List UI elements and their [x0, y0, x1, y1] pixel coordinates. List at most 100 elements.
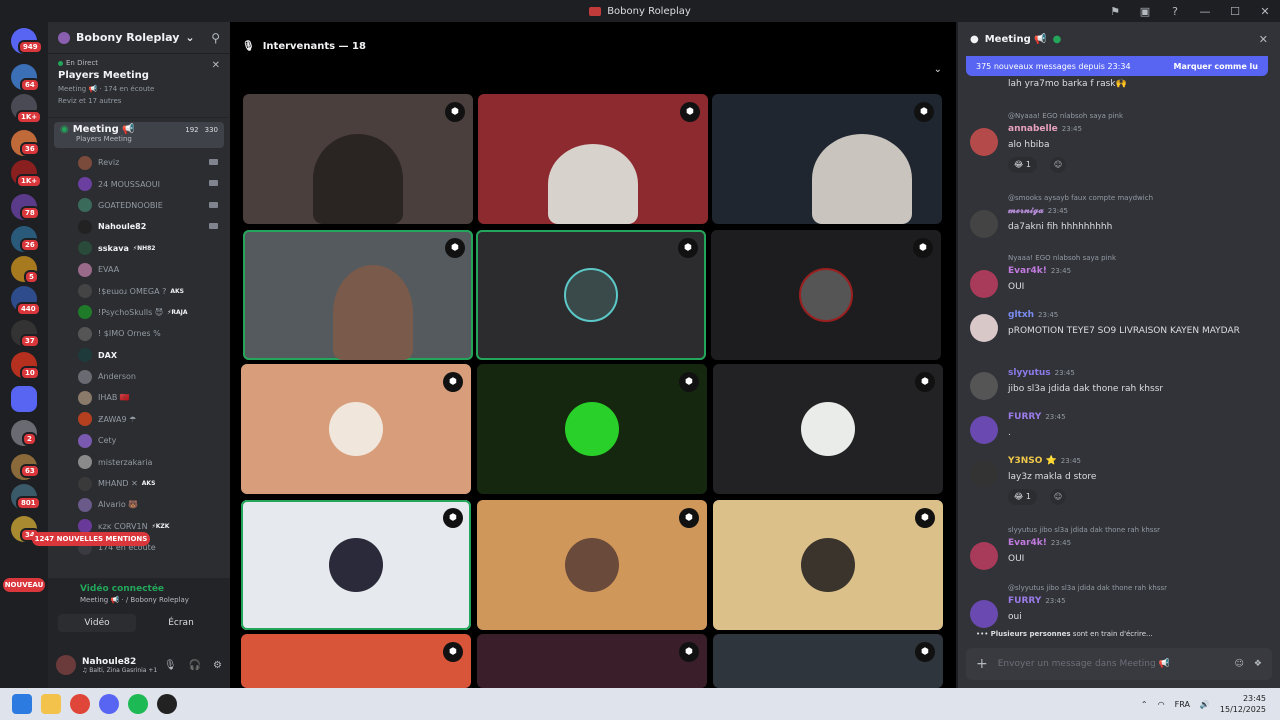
- folder-icon[interactable]: [11, 386, 37, 412]
- message-author[interactable]: slyyutus 23:45: [1008, 368, 1075, 378]
- message-author[interactable]: 𝓶𝓮𝓻𝓷𝓲𝓰𝓪 23:45: [1008, 206, 1068, 216]
- video-button[interactable]: Vidéo: [58, 614, 136, 632]
- pin-icon[interactable]: ⬢: [679, 372, 699, 392]
- voice-member[interactable]: EVAA: [48, 259, 230, 280]
- avatar[interactable]: [970, 270, 998, 298]
- message-author[interactable]: gltxh 23:45: [1008, 310, 1058, 320]
- reply-preview[interactable]: @smooks aysayb faux compte maydwich: [1008, 194, 1153, 202]
- video-tile[interactable]: ⬢: [241, 634, 471, 688]
- voice-member[interactable]: !$ɐɯoɹ OMEGA ? AKS: [48, 280, 230, 301]
- voice-member[interactable]: misterzakaria: [48, 451, 230, 472]
- pin-icon[interactable]: ⬢: [443, 642, 463, 662]
- video-tile[interactable]: ⬢: [478, 94, 708, 224]
- avatar[interactable]: [970, 372, 998, 400]
- spotify-icon[interactable]: [128, 694, 148, 714]
- close-icon[interactable]: ✕: [212, 60, 220, 71]
- guild-header[interactable]: Bobony Roleplay ⌄ ⚲: [48, 22, 230, 54]
- voice-member[interactable]: DAX: [48, 345, 230, 366]
- message-author[interactable]: Evar4k! 23:45: [1008, 266, 1071, 276]
- voice-member[interactable]: Nahoule82: [48, 216, 230, 237]
- avatar[interactable]: [970, 314, 998, 342]
- voice-member[interactable]: Anderson: [48, 366, 230, 387]
- video-tile[interactable]: ⬢: [713, 634, 943, 688]
- avatar[interactable]: [970, 460, 998, 488]
- pin-icon[interactable]: ⬢: [915, 372, 935, 392]
- apps-icon[interactable]: ❖: [1254, 659, 1262, 669]
- inbox-icon[interactable]: ⚑: [1100, 5, 1130, 18]
- voice-member[interactable]: MHAND ✕ AKS: [48, 473, 230, 494]
- reply-preview[interactable]: @Nyaaa! EGO nlabsoh saya pink: [1008, 112, 1123, 120]
- pin-icon[interactable]: ⬢: [679, 508, 699, 528]
- pin-icon[interactable]: ⬢: [913, 238, 933, 258]
- pin-icon[interactable]: ⬢: [680, 102, 700, 122]
- video-tile[interactable]: ⬢: [243, 94, 473, 224]
- message-author[interactable]: FURRY 23:45: [1008, 596, 1066, 606]
- voice-member[interactable]: ƵAWA9 ☂: [48, 409, 230, 430]
- headphones-icon[interactable]: 🎧: [189, 660, 201, 671]
- live-event-card[interactable]: En Direct Players Meeting Meeting 📢 · 17…: [48, 54, 230, 118]
- chrome-icon[interactable]: [70, 694, 90, 714]
- pin-icon[interactable]: ⬢: [915, 642, 935, 662]
- voice-member[interactable]: Cety: [48, 430, 230, 451]
- add-reaction-icon[interactable]: ☺: [1050, 157, 1066, 173]
- screen-share-icon[interactable]: ▣: [1130, 5, 1160, 18]
- pin-icon[interactable]: ⬢: [914, 102, 934, 122]
- chevron-down-icon[interactable]: ⌄: [934, 64, 942, 75]
- pin-icon[interactable]: ⬢: [445, 238, 465, 258]
- add-attachment-icon[interactable]: +: [976, 656, 988, 672]
- avatar[interactable]: [970, 128, 998, 156]
- voice-location[interactable]: Meeting 📢 · / Bobony Roleplay: [80, 596, 220, 604]
- voice-member[interactable]: Reviz: [48, 152, 230, 173]
- help-icon[interactable]: ?: [1160, 5, 1190, 18]
- new-messages-bar[interactable]: 375 nouveaux messages depuis 23:34 Marqu…: [966, 56, 1268, 76]
- minimize-button[interactable]: —: [1190, 5, 1220, 18]
- video-tile-speaking[interactable]: ⬢: [243, 230, 473, 360]
- reply-preview[interactable]: Nyaaa! EGO nlabsoh saya pink: [1008, 254, 1116, 262]
- tray-chevron-icon[interactable]: ⌃: [1141, 700, 1148, 709]
- video-tile[interactable]: ⬢: [713, 364, 943, 494]
- mentions-pill[interactable]: 1247 NOUVELLES MENTIONS: [32, 532, 150, 546]
- reaction-chip[interactable]: 😂 1: [1008, 157, 1037, 173]
- video-tile[interactable]: ⬢: [712, 94, 942, 224]
- video-tile[interactable]: ⬢: [477, 364, 707, 494]
- mark-as-read-button[interactable]: Marquer comme lu: [1174, 62, 1258, 71]
- pin-icon[interactable]: ⬢: [678, 238, 698, 258]
- video-tile[interactable]: ⬢: [713, 500, 943, 630]
- close-icon[interactable]: ✕: [1259, 33, 1268, 46]
- avatar[interactable]: [56, 655, 76, 675]
- video-tile[interactable]: ⬢: [477, 634, 707, 688]
- message-author[interactable]: Evar4k! 23:45: [1008, 538, 1071, 548]
- windows-start-icon[interactable]: [12, 694, 32, 714]
- video-tile[interactable]: ⬢: [241, 364, 471, 494]
- avatar[interactable]: [970, 416, 998, 444]
- file-explorer-icon[interactable]: [41, 694, 61, 714]
- voice-member[interactable]: 24 MOUSSAOUI: [48, 173, 230, 194]
- video-tile[interactable]: ⬢: [711, 230, 941, 360]
- close-window-button[interactable]: ✕: [1250, 5, 1280, 18]
- clock[interactable]: 23:45 15/12/2025: [1220, 693, 1266, 715]
- avatar[interactable]: [970, 600, 998, 628]
- pin-icon[interactable]: ⬢: [679, 642, 699, 662]
- voice-member[interactable]: Alvario 🐻: [48, 494, 230, 515]
- discord-icon[interactable]: [99, 694, 119, 714]
- add-member-icon[interactable]: ⚲: [211, 31, 220, 45]
- pin-icon[interactable]: ⬢: [443, 508, 463, 528]
- app-icon[interactable]: [157, 694, 177, 714]
- voice-member[interactable]: sskava ⚡NH82: [48, 238, 230, 259]
- lang-indicator[interactable]: FRA: [1175, 700, 1190, 709]
- add-reaction-icon[interactable]: ☺: [1050, 489, 1066, 505]
- video-tile[interactable]: ⬢: [477, 500, 707, 630]
- microphone-icon[interactable]: 🎙: [164, 660, 177, 671]
- video-tile-speaking[interactable]: ⬢: [241, 500, 471, 630]
- voice-channel-meeting[interactable]: ◉ Meeting 📢 Players Meeting 192 330: [54, 122, 224, 148]
- screen-share-button[interactable]: Écran: [142, 614, 220, 632]
- avatar[interactable]: [970, 542, 998, 570]
- voice-member[interactable]: IHAB 🇲🇦: [48, 387, 230, 408]
- message-input[interactable]: + Envoyer un message dans Meeting 📢 ☺ ❖: [966, 648, 1272, 680]
- voice-member[interactable]: GOATEDNOOBIE: [48, 195, 230, 216]
- emoji-icon[interactable]: ☺: [1235, 659, 1244, 669]
- voice-member[interactable]: !PsychoSkulls 😈 ⚡RAJA: [48, 302, 230, 323]
- pin-icon[interactable]: ⬢: [915, 508, 935, 528]
- avatar[interactable]: [970, 210, 998, 238]
- reaction-chip[interactable]: 😂 1: [1008, 489, 1037, 505]
